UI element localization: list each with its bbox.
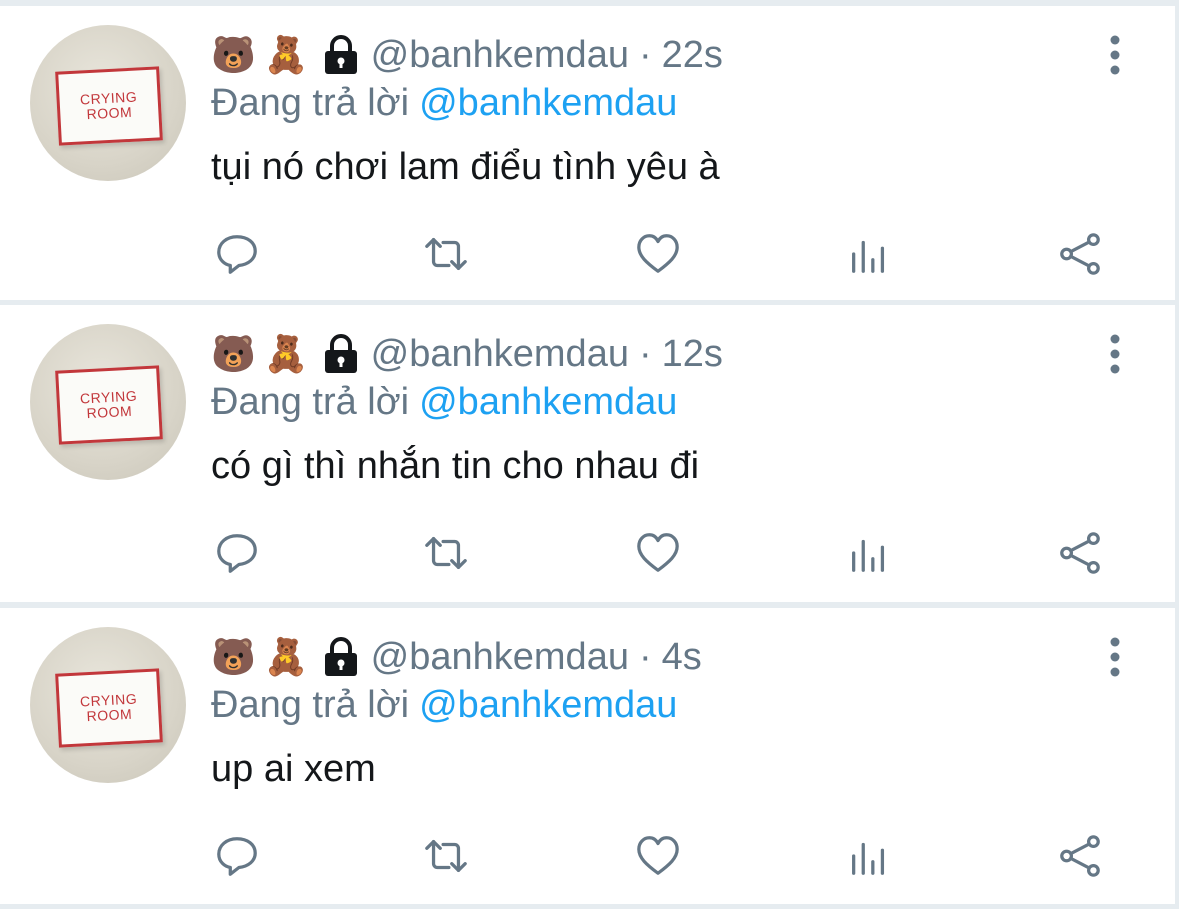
reply-icon <box>217 837 257 876</box>
reply-mention-link[interactable]: @banhkemdau <box>419 82 677 124</box>
replying-to-label: Đang trả lời <box>211 684 410 726</box>
avatar-sign: CRYING ROOM <box>55 365 163 445</box>
replying-to-label: Đang trả lời <box>211 82 410 124</box>
user-handle[interactable]: @banhkemdau <box>371 34 629 77</box>
avatar[interactable]: CRYING ROOM <box>30 25 186 181</box>
tweet[interactable]: CRYING ROOM 🐻 🧸 @banhkemdau · 4s Đang tr… <box>0 608 1175 904</box>
reply-button[interactable] <box>211 830 263 882</box>
replying-to: Đang trả lời @banhkemdau <box>211 684 677 727</box>
lock-icon <box>324 35 357 74</box>
timestamp[interactable]: 4s <box>662 636 702 679</box>
stats-icon <box>852 240 885 273</box>
tweet[interactable]: CRYING ROOM 🐻 🧸 @banhkemdau · 12s Đang t… <box>0 305 1175 602</box>
stats-button[interactable] <box>843 527 895 579</box>
share-button[interactable] <box>1054 830 1106 882</box>
replying-to-label: Đang trả lời <box>211 381 410 423</box>
more-vertical-icon[interactable] <box>1104 34 1126 76</box>
avatar-sign: CRYING ROOM <box>55 66 163 146</box>
avatar-sign-line: ROOM <box>86 705 133 725</box>
avatar[interactable]: CRYING ROOM <box>30 324 186 480</box>
stats-button[interactable] <box>843 228 895 280</box>
avatar-sign-line: ROOM <box>86 402 133 422</box>
bear-face-emoji: 🐻 <box>211 333 256 374</box>
user-handle[interactable]: @banhkemdau <box>371 636 629 679</box>
bear-face-emoji: 🐻 <box>211 34 256 75</box>
timestamp[interactable]: 12s <box>662 333 723 376</box>
tweet-actions <box>0 527 1175 579</box>
tweet-text: có gì thì nhắn tin cho nhau đi <box>211 445 700 487</box>
retweet-button[interactable] <box>420 228 472 280</box>
like-button[interactable] <box>632 830 684 882</box>
like-button[interactable] <box>632 228 684 280</box>
timestamp[interactable]: 22s <box>662 34 723 77</box>
more-vertical-icon[interactable] <box>1104 636 1126 678</box>
tweet-text: up ai xem <box>211 748 376 790</box>
tweet-actions <box>0 830 1175 882</box>
tweet-header: 🐻 🧸 @banhkemdau · 12s <box>211 329 723 379</box>
reply-mention-link[interactable]: @banhkemdau <box>419 381 677 423</box>
reply-icon <box>217 235 257 274</box>
retweet-icon <box>425 839 467 873</box>
heart-icon <box>637 533 679 572</box>
replying-to: Đang trả lời @banhkemdau <box>211 82 677 125</box>
retweet-button[interactable] <box>420 527 472 579</box>
tweet-text: tụi nó chơi lam điểu tình yêu à <box>211 146 720 188</box>
avatar-sign: CRYING ROOM <box>55 668 163 748</box>
lock-icon <box>324 637 357 676</box>
separator-dot: · <box>638 33 652 76</box>
bear-face-emoji: 🐻 <box>211 636 256 677</box>
retweet-button[interactable] <box>420 830 472 882</box>
reply-icon <box>217 534 257 573</box>
replying-to: Đang trả lời @banhkemdau <box>211 381 677 424</box>
share-icon <box>1060 233 1100 275</box>
stats-icon <box>852 539 885 572</box>
reply-mention-link[interactable]: @banhkemdau <box>419 684 677 726</box>
avatar[interactable]: CRYING ROOM <box>30 627 186 783</box>
more-vertical-icon[interactable] <box>1104 333 1126 375</box>
reply-button[interactable] <box>211 228 263 280</box>
teddy-bear-emoji: 🧸 <box>263 636 309 677</box>
tweet[interactable]: CRYING ROOM 🐻 🧸 @banhkemdau · 22s Đang t… <box>0 6 1175 300</box>
reply-button[interactable] <box>211 527 263 579</box>
heart-icon <box>637 836 679 875</box>
teddy-bear-emoji: 🧸 <box>263 34 309 75</box>
retweet-icon <box>425 536 467 570</box>
lock-icon <box>324 334 357 373</box>
avatar-sign-line: ROOM <box>86 103 133 123</box>
tweet-feed: CRYING ROOM 🐻 🧸 @banhkemdau · 22s Đang t… <box>0 0 1179 909</box>
user-handle[interactable]: @banhkemdau <box>371 333 629 376</box>
separator-dot: · <box>638 635 652 678</box>
share-button[interactable] <box>1054 228 1106 280</box>
separator-dot: · <box>638 332 652 375</box>
like-button[interactable] <box>632 527 684 579</box>
tweet-header: 🐻 🧸 @banhkemdau · 4s <box>211 632 702 682</box>
share-button[interactable] <box>1054 527 1106 579</box>
share-icon <box>1060 532 1100 574</box>
tweet-header: 🐻 🧸 @banhkemdau · 22s <box>211 30 723 80</box>
heart-icon <box>637 234 679 273</box>
share-icon <box>1060 835 1100 877</box>
stats-icon <box>852 842 885 875</box>
teddy-bear-emoji: 🧸 <box>263 333 309 374</box>
stats-button[interactable] <box>843 830 895 882</box>
retweet-icon <box>425 237 467 271</box>
tweet-actions <box>0 228 1175 280</box>
